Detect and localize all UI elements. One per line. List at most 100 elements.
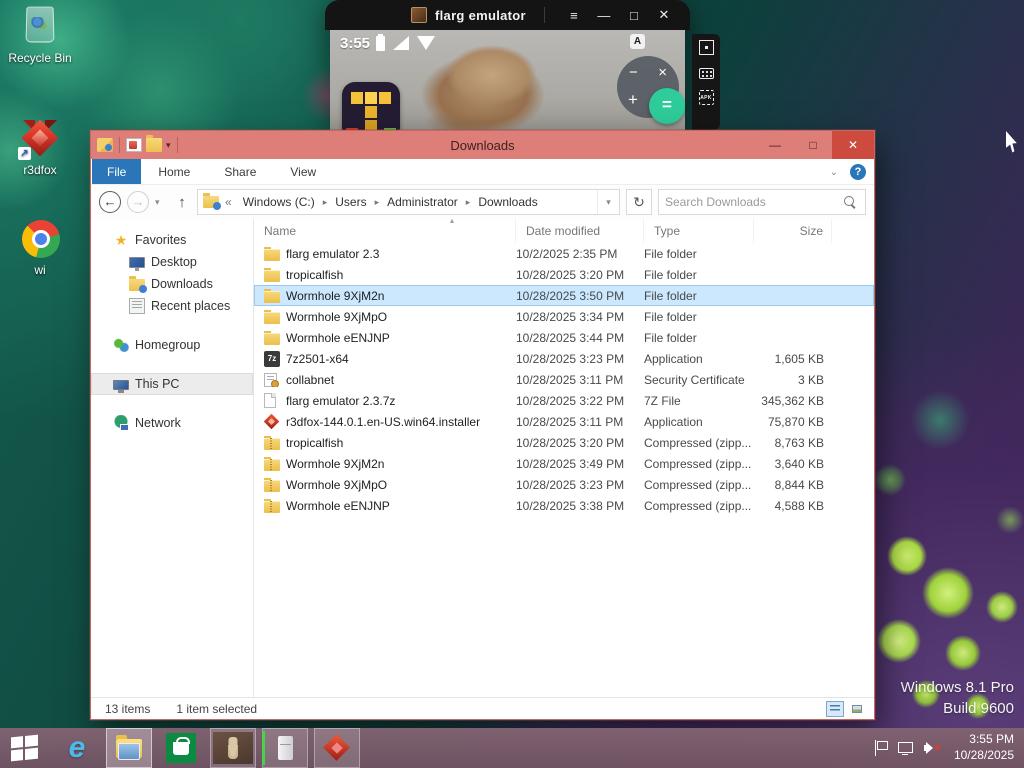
file-row[interactable]: flarg emulator 2.3 10/2/2025 2:35 PM File … <box>254 243 874 264</box>
large-icons-view-button[interactable] <box>848 701 866 717</box>
notification-badge: A <box>630 34 645 49</box>
taskbar-r3dfox[interactable] <box>314 728 360 768</box>
breadcrumb-segment[interactable]: Windows (C:) <box>239 195 319 209</box>
column-header-type[interactable]: Type <box>644 219 754 243</box>
calculator-widget[interactable]: − × + = <box>617 56 685 124</box>
taskbar-internet-explorer[interactable]: e <box>54 728 100 768</box>
emulator-close-button[interactable]: ✕ <box>649 7 679 23</box>
emulator-window: flarg emulator ≡ — □ ✕ 3:55 A − × + = <box>325 0 690 130</box>
widget-plus-button[interactable]: + <box>628 90 638 110</box>
install-apk-icon[interactable]: APK <box>698 90 714 105</box>
file-row[interactable]: collabnet 10/28/2025 3:11 PM Security Cert… <box>254 369 874 390</box>
breadcrumb-segment[interactable]: Administrator <box>383 195 462 209</box>
emulator-title: flarg emulator <box>435 7 526 23</box>
desktop-icon-label: r3dfox <box>23 163 57 177</box>
taskbar-file-explorer[interactable] <box>106 728 152 768</box>
address-bar[interactable]: « Windows (C:) ▸ Users ▸ Administrator ▸ Downl… <box>197 189 620 215</box>
forward-button[interactable]: → <box>127 191 149 213</box>
file-row[interactable]: r3dfox-144.0.1.en-US.win64.installer 10/2… <box>254 411 874 432</box>
refresh-button[interactable]: ↻ <box>626 189 652 215</box>
address-dropdown-chevron-icon[interactable]: ▾ <box>597 190 619 214</box>
desktop-icon-r3dfox[interactable]: ↗ r3dfox <box>8 118 72 177</box>
sidebar-item-favorites[interactable]: ★ Favorites <box>91 229 253 251</box>
sidebar-item-desktop[interactable]: Desktop <box>91 251 253 273</box>
sidebar-item-label: Downloads <box>151 277 213 291</box>
breadcrumb-segment[interactable]: Downloads <box>474 195 541 209</box>
search-box[interactable] <box>658 189 866 215</box>
fullscreen-icon[interactable] <box>698 40 714 55</box>
file-type: Application <box>644 351 703 366</box>
tab-view[interactable]: View <box>273 159 333 184</box>
taskbar-store[interactable] <box>158 728 204 768</box>
tetris-game-icon[interactable] <box>342 82 400 130</box>
maximize-button[interactable]: □ <box>794 131 832 159</box>
column-header-name[interactable]: Name <box>254 219 516 243</box>
search-input[interactable] <box>659 195 844 209</box>
details-view-button[interactable] <box>826 700 844 717</box>
file-row[interactable]: Wormhole 9XjM2n 10/28/2025 3:49 PM Compres… <box>254 453 874 474</box>
file-row[interactable]: flarg emulator 2.3.7z 10/28/2025 3:22 PM 7… <box>254 390 874 411</box>
breadcrumb-separator-icon[interactable]: ▸ <box>319 197 332 208</box>
file-row[interactable]: Wormhole 9XjMpO 10/28/2025 3:34 PM File fo… <box>254 306 874 327</box>
file-name: Wormhole 9XjMpO <box>286 309 388 324</box>
running-indicator <box>262 731 265 765</box>
sidebar-item-homegroup[interactable]: Homegroup <box>91 334 253 356</box>
breadcrumb-overflow-icon[interactable]: « <box>225 195 232 209</box>
back-button[interactable]: ← <box>99 191 121 213</box>
recent-locations-chevron-icon[interactable]: ▾ <box>155 197 167 208</box>
emulator-maximize-button[interactable]: □ <box>619 8 649 23</box>
minimize-button[interactable]: — <box>756 131 794 159</box>
emulator-titlebar[interactable]: flarg emulator ≡ — □ ✕ <box>325 0 690 30</box>
explorer-titlebar[interactable]: ▾ Downloads — □ ✕ <box>91 131 874 159</box>
taskbar-clock[interactable]: 3:55 PM 10/28/2025 <box>954 732 1014 763</box>
widget-equals-button[interactable]: = <box>649 88 685 124</box>
sidebar-item-label: Homegroup <box>135 338 201 352</box>
help-icon[interactable]: ? <box>850 164 866 180</box>
file-row[interactable]: Wormhole eENJNP 10/28/2025 3:44 PM File fo… <box>254 327 874 348</box>
sidebar-item-downloads[interactable]: Downloads <box>91 273 253 295</box>
file-row[interactable]: Wormhole 9XjMpO 10/28/2025 3:23 PM Compres… <box>254 474 874 495</box>
column-header-date-modified[interactable]: Date modified <box>516 219 644 243</box>
store-icon <box>166 733 196 763</box>
breadcrumb-segment[interactable]: Users <box>331 195 370 209</box>
file-row[interactable]: 7z 7z2501-x64 10/28/2025 3:23 PM Applicatio… <box>254 348 874 369</box>
keyboard-icon[interactable] <box>698 68 714 79</box>
sidebar-item-this-pc[interactable]: This PC <box>91 373 253 395</box>
emulator-screen[interactable]: 3:55 A − × + = <box>330 30 685 130</box>
file-row[interactable]: Wormhole 9XjM2n 10/28/2025 3:50 PM File fo… <box>254 285 874 306</box>
start-button[interactable] <box>0 728 48 768</box>
close-button[interactable]: ✕ <box>832 131 874 159</box>
appliance-icon <box>277 736 293 760</box>
widget-close-button[interactable]: × <box>658 64 667 81</box>
sort-ascending-icon: ▴ <box>450 216 455 225</box>
column-header-size[interactable]: Size <box>754 219 832 243</box>
volume-muted-icon[interactable]: ✕ <box>923 741 942 755</box>
sidebar-item-network[interactable]: Network <box>91 412 253 434</box>
file-type: Compressed (zipp... <box>644 435 752 450</box>
network-icon[interactable] <box>897 741 914 755</box>
file-size: 8,844 KB <box>774 477 824 492</box>
selection-count: 1 item selected <box>176 701 258 716</box>
tab-file[interactable]: File <box>92 159 142 184</box>
downloads-folder-icon <box>129 276 147 293</box>
action-center-flag-icon[interactable] <box>874 740 888 756</box>
widget-minus-button[interactable]: − <box>629 64 638 81</box>
emulator-menu-icon[interactable]: ≡ <box>559 8 589 23</box>
emulator-minimize-button[interactable]: — <box>589 8 619 23</box>
expand-ribbon-chevron-icon[interactable]: ⌄ <box>830 167 838 178</box>
up-button[interactable]: ↑ <box>173 194 191 211</box>
breadcrumb-separator-icon[interactable]: ▸ <box>371 197 384 208</box>
file-row[interactable]: tropicalfish 10/28/2025 3:20 PM Compressed… <box>254 432 874 453</box>
tab-share[interactable]: Share <box>207 159 273 184</box>
taskbar-emulator-app[interactable] <box>210 728 256 768</box>
desktop-icon-recycle-bin[interactable]: Recycle Bin <box>8 6 72 65</box>
breadcrumb-separator-icon[interactable]: ▸ <box>462 197 475 208</box>
sidebar-item-recent-places[interactable]: Recent places <box>91 295 253 317</box>
file-row[interactable]: Wormhole eENJNP 10/28/2025 3:38 PM Compres… <box>254 495 874 516</box>
file-row[interactable]: tropicalfish 10/28/2025 3:20 PM File folde… <box>254 264 874 285</box>
desktop-icon-wi[interactable]: wi <box>8 218 72 277</box>
taskbar: e ✕ 3:55 PM 10/28/2025 <box>0 728 1024 768</box>
file-list-pane: ▴ Name Date modified Type Size flarg emu… <box>253 216 874 697</box>
taskbar-appliance-app[interactable] <box>262 728 308 768</box>
tab-home[interactable]: Home <box>141 159 207 184</box>
